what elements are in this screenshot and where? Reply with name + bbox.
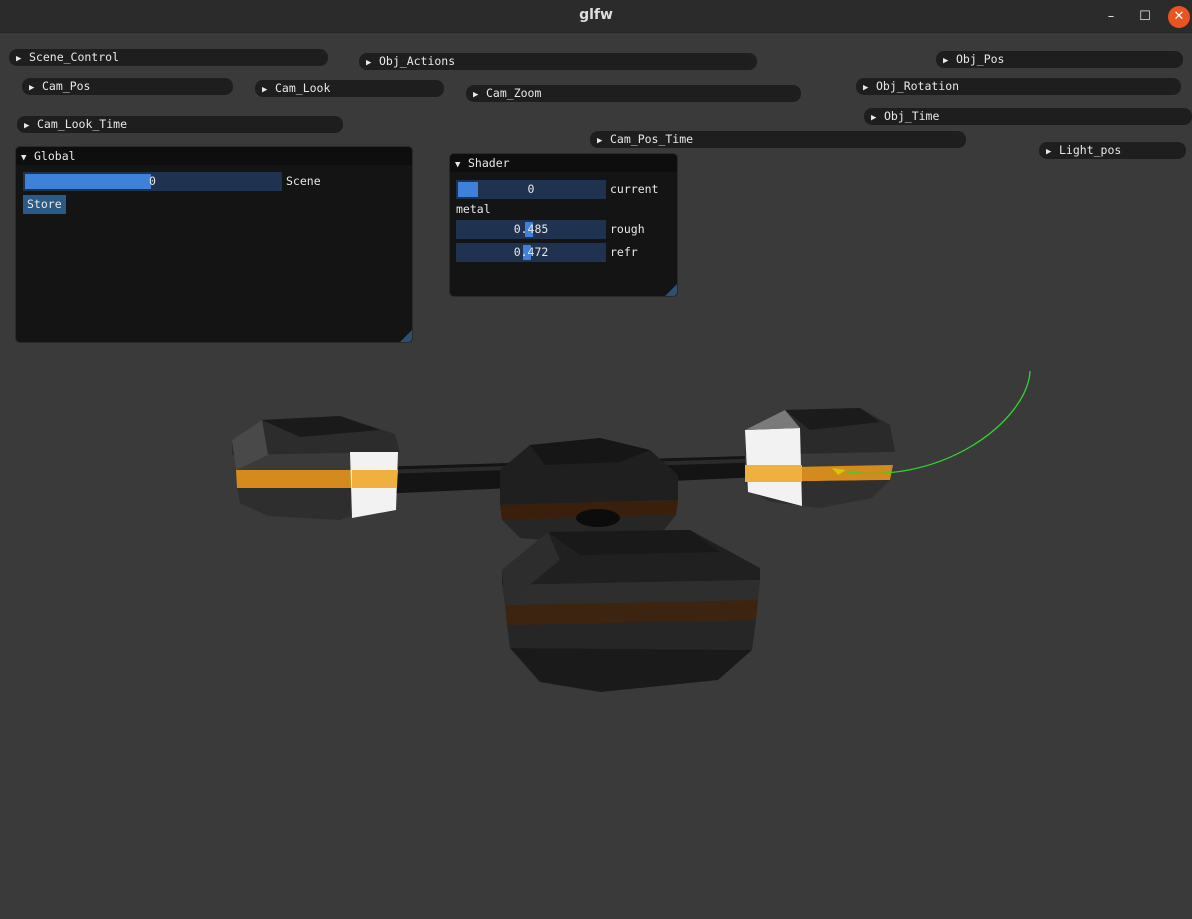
obj-actions-label: Obj_Actions — [379, 54, 456, 68]
collapsed-arrow-icon: ▶ — [597, 136, 603, 146]
collapsed-arrow-icon: ▶ — [943, 56, 949, 66]
global-panel-titlebar[interactable]: ▼ Global — [16, 147, 412, 165]
obj-pos-header[interactable]: ▶ Obj_Pos — [936, 51, 1183, 68]
scene-slider-value: 0 — [149, 174, 156, 188]
center-hub-shape — [500, 438, 678, 545]
obj-time-label: Obj_Time — [884, 109, 940, 123]
collapsed-arrow-icon: ▶ — [366, 58, 372, 68]
current-slider-value: 0 — [527, 182, 535, 196]
resize-grip[interactable] — [665, 284, 677, 296]
refr-slider[interactable]: 0.472 — [456, 243, 606, 262]
collapsed-arrow-icon: ▶ — [29, 83, 35, 93]
cam-look-header[interactable]: ▶ Cam_Look — [255, 80, 444, 97]
light-pos-header[interactable]: ▶ Light_pos — [1039, 142, 1186, 159]
cam-pos-label: Cam_Pos — [42, 79, 91, 93]
expanded-arrow-icon: ▼ — [455, 160, 461, 170]
rough-slider-value: 0.485 — [513, 222, 549, 236]
obj-rotation-header[interactable]: ▶ Obj_Rotation — [856, 78, 1181, 95]
light-pos-label: Light_pos — [1059, 143, 1122, 157]
scene-slider-label: Scene — [286, 174, 321, 188]
resize-grip[interactable] — [400, 330, 412, 342]
collapsed-arrow-icon: ▶ — [24, 121, 30, 131]
cam-pos-time-label: Cam_Pos_Time — [610, 132, 694, 146]
scene-slider[interactable]: 0 — [23, 172, 282, 191]
right-pod-shape — [745, 408, 895, 508]
refr-slider-label: refr — [610, 245, 638, 259]
shader-panel-titlebar[interactable]: ▼ Shader — [450, 154, 677, 172]
obj-rotation-label: Obj_Rotation — [876, 79, 960, 93]
cam-look-label: Cam_Look — [275, 81, 331, 95]
rough-slider[interactable]: 0.485 — [456, 220, 606, 239]
collapsed-arrow-icon: ▶ — [16, 54, 22, 64]
current-slider-label: current — [610, 182, 659, 196]
left-pod-shape — [232, 416, 400, 520]
refr-slider-value: 0.472 — [513, 245, 549, 259]
obj-actions-header[interactable]: ▶ Obj_Actions — [359, 53, 757, 70]
obj-pos-label: Obj_Pos — [956, 52, 1005, 66]
cam-zoom-label: Cam_Zoom — [486, 86, 542, 100]
collapsed-arrow-icon: ▶ — [863, 83, 869, 93]
shader-panel[interactable]: ▼ Shader 0 current metal 0.485 rough 0.47… — [449, 153, 678, 297]
rough-slider-label: rough — [610, 222, 645, 236]
scene-control-header[interactable]: ▶ Scene_Control — [9, 49, 328, 66]
front-body-shape — [502, 530, 760, 692]
global-panel[interactable]: ▼ Global 0 Scene Store — [15, 146, 413, 343]
cam-pos-time-header[interactable]: ▶ Cam_Pos_Time — [590, 131, 966, 148]
store-button[interactable]: Store — [23, 195, 66, 214]
collapsed-arrow-icon: ▶ — [473, 90, 479, 100]
collapsed-arrow-icon: ▶ — [871, 113, 877, 123]
global-panel-title: Global — [34, 149, 76, 163]
current-slider[interactable]: 0 — [456, 180, 606, 199]
metal-label: metal — [456, 202, 491, 216]
expanded-arrow-icon: ▼ — [21, 153, 27, 163]
cam-pos-header[interactable]: ▶ Cam_Pos — [22, 78, 233, 95]
obj-time-header[interactable]: ▶ Obj_Time — [864, 108, 1192, 125]
cam-zoom-header[interactable]: ▶ Cam_Zoom — [466, 85, 801, 102]
cam-look-time-label: Cam_Look_Time — [37, 117, 128, 131]
collapsed-arrow-icon: ▶ — [1046, 147, 1052, 157]
shader-panel-title: Shader — [468, 156, 510, 170]
collapsed-arrow-icon: ▶ — [262, 85, 268, 95]
cam-look-time-header[interactable]: ▶ Cam_Look_Time — [17, 116, 343, 133]
scene-control-label: Scene_Control — [29, 50, 120, 64]
